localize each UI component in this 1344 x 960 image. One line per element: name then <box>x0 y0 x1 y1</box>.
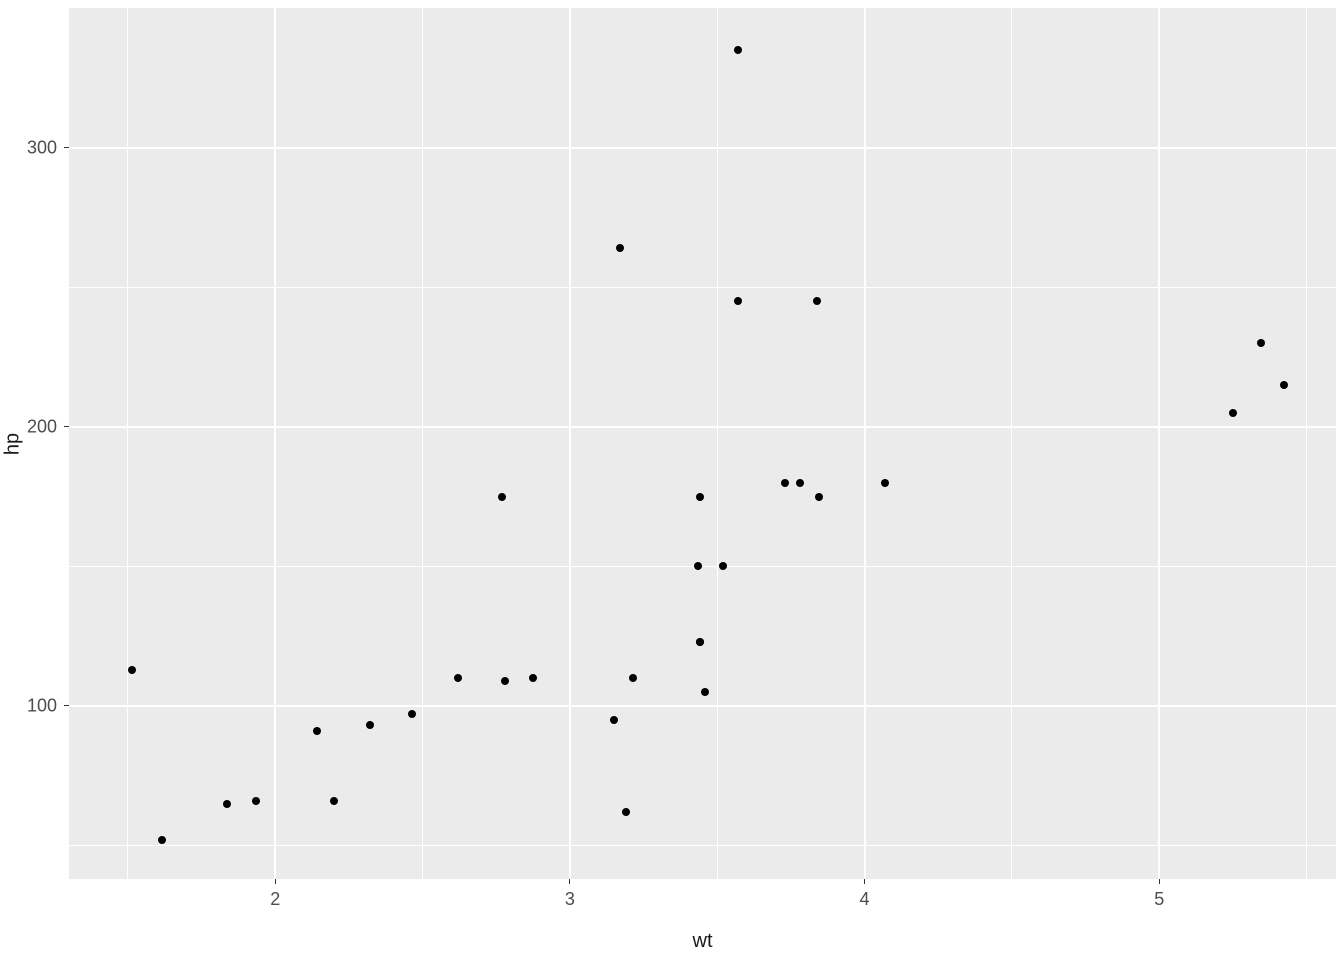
grid-major-v <box>274 8 276 879</box>
grid-major-h <box>69 705 1336 707</box>
data-point <box>252 797 260 805</box>
grid-major-v <box>569 8 571 879</box>
x-tick-label: 2 <box>270 889 280 910</box>
data-point <box>734 46 742 54</box>
y-axis-title: hp <box>2 432 25 454</box>
grid-minor-h <box>69 845 1336 846</box>
plot-panel <box>69 8 1336 879</box>
grid-major-v <box>1158 8 1160 879</box>
data-point <box>223 800 231 808</box>
data-point <box>734 297 742 305</box>
data-point <box>610 716 618 724</box>
x-tick-label: 5 <box>1154 889 1164 910</box>
data-point <box>815 493 823 501</box>
grid-minor-v <box>127 8 128 879</box>
x-tick-mark <box>569 879 570 884</box>
data-point <box>796 479 804 487</box>
x-tick-mark <box>864 879 865 884</box>
data-point <box>158 836 166 844</box>
grid-minor-h <box>69 287 1336 288</box>
y-tick-mark <box>64 426 69 427</box>
data-point <box>622 808 630 816</box>
data-point <box>881 479 889 487</box>
grid-major-h <box>69 426 1336 428</box>
data-point <box>313 727 321 735</box>
data-point <box>128 666 136 674</box>
data-point <box>366 721 374 729</box>
y-tick-label: 100 <box>27 695 57 716</box>
grid-minor-h <box>69 566 1336 567</box>
data-point <box>1280 381 1288 389</box>
data-point <box>501 677 509 685</box>
grid-minor-v <box>717 8 718 879</box>
data-point <box>1257 339 1265 347</box>
x-tick-mark <box>1159 879 1160 884</box>
data-point <box>529 674 537 682</box>
grid-major-v <box>864 8 866 879</box>
scatter-plot: hp wt 2 3 4 5 100 200 300 <box>0 0 1344 960</box>
data-point <box>696 638 704 646</box>
y-tick-mark <box>64 147 69 148</box>
data-point <box>330 797 338 805</box>
grid-minor-v <box>1011 8 1012 879</box>
data-point <box>454 674 462 682</box>
x-tick-label: 4 <box>860 889 870 910</box>
x-tick-label: 3 <box>565 889 575 910</box>
grid-minor-v <box>1306 8 1307 879</box>
data-point <box>696 493 704 501</box>
data-point <box>781 479 789 487</box>
grid-minor-v <box>422 8 423 879</box>
data-point <box>498 493 506 501</box>
y-tick-label: 200 <box>27 416 57 437</box>
data-point <box>1229 409 1237 417</box>
grid-major-h <box>69 147 1336 149</box>
y-tick-label: 300 <box>27 137 57 158</box>
y-tick-mark <box>64 705 69 706</box>
x-tick-mark <box>275 879 276 884</box>
x-axis-title: wt <box>693 930 713 953</box>
